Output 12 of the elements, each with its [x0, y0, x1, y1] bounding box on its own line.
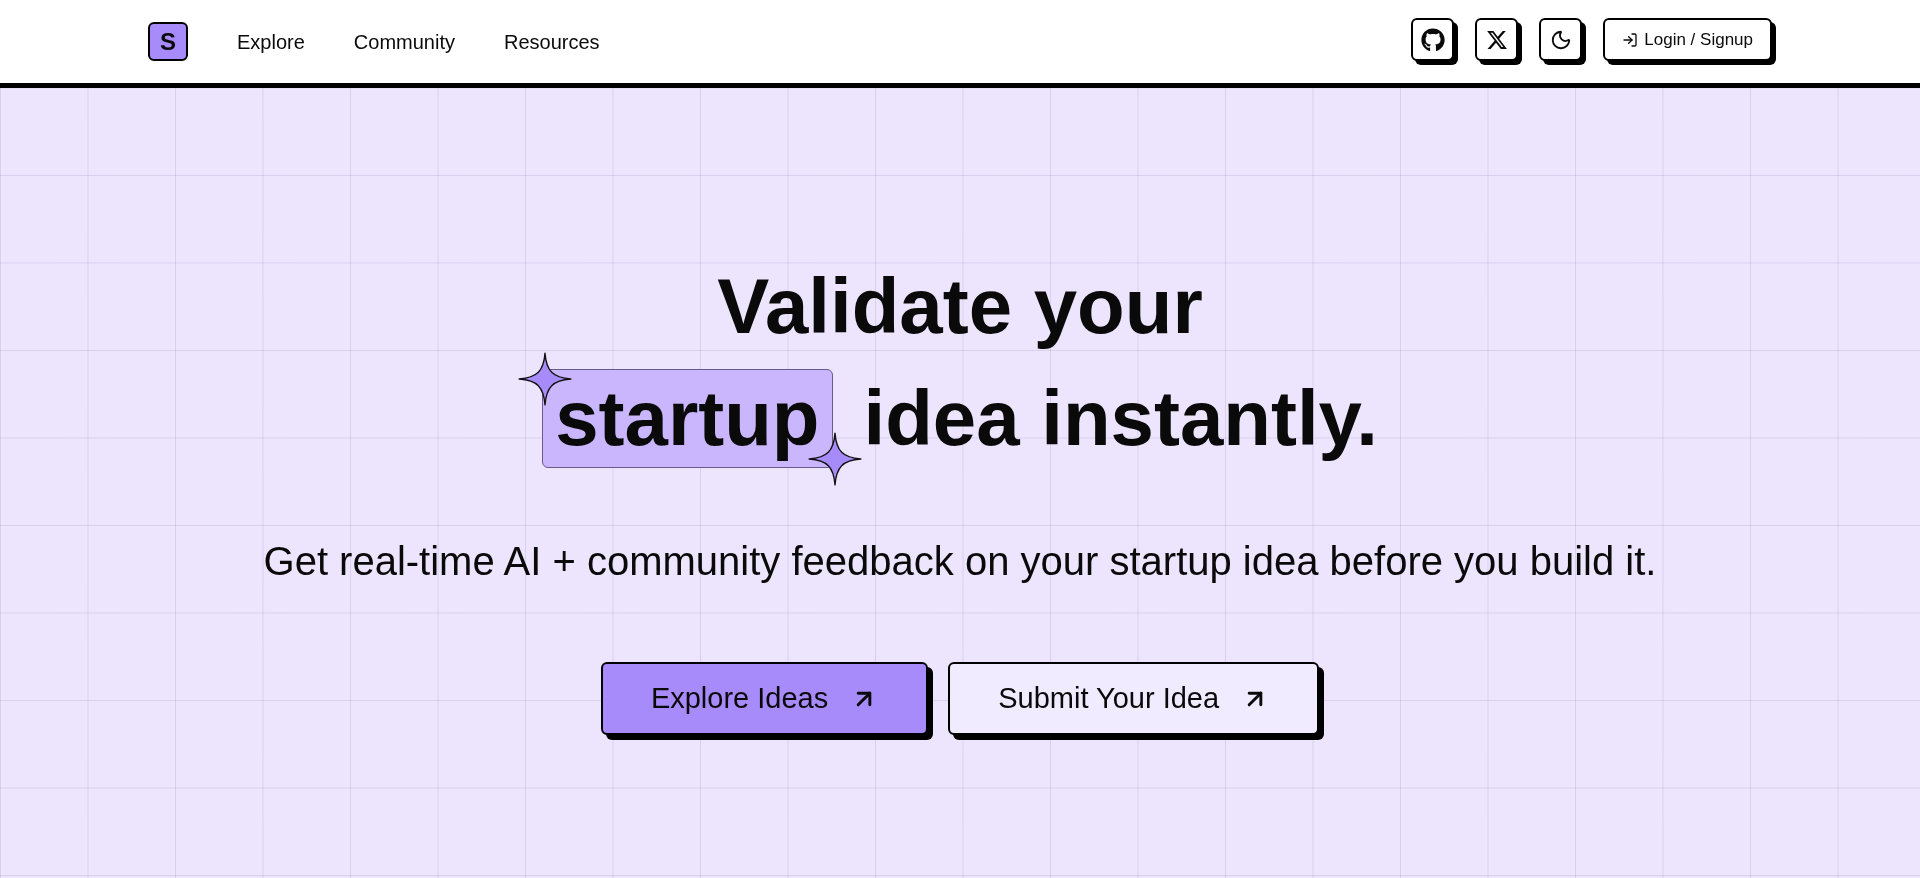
logo[interactable]: S — [148, 22, 188, 61]
moon-icon — [1549, 28, 1572, 51]
subtitle: Get real-time AI + community feedback on your startup idea before you build it. — [263, 538, 1657, 584]
github-icon — [1420, 27, 1445, 52]
headline-text: Validate your — [717, 261, 1203, 352]
headline-text: idea instantly. — [863, 372, 1378, 464]
x-logo-icon — [1485, 28, 1508, 51]
nav-link[interactable]: Resources — [503, 26, 600, 57]
nav-link[interactable]: Explore — [237, 26, 305, 57]
highlighted-word: startup — [542, 368, 833, 468]
nav-link[interactable]: Community — [353, 26, 455, 57]
login-icon — [1622, 31, 1639, 48]
